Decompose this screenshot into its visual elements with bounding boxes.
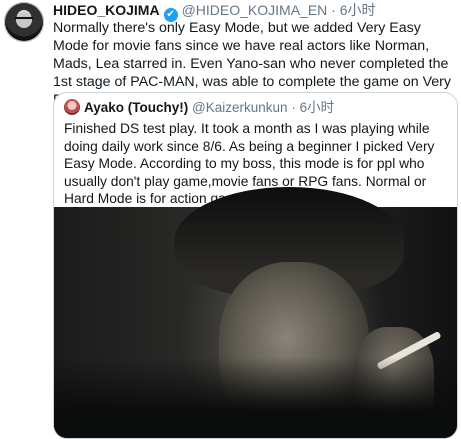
- quoted-author-name: Ayako (Touchy!): [84, 100, 189, 115]
- tweet-timestamp[interactable]: 6小时: [340, 2, 376, 18]
- tweet[interactable]: HIDEO_KOJIMA ✔ @HIDEO_KOJIMA_EN · 6小时 Norm…: [0, 0, 461, 439]
- quoted-tweet-header: Ayako (Touchy!) @Kaizerkunkun · 6小时: [64, 99, 334, 116]
- quoted-tweet[interactable]: Ayako (Touchy!) @Kaizerkunkun · 6小时 Fini…: [53, 92, 458, 439]
- quoted-timestamp: 6小时: [299, 100, 335, 115]
- tweet-header: HIDEO_KOJIMA ✔ @HIDEO_KOJIMA_EN · 6小时: [53, 2, 376, 22]
- quoted-author-avatar: [64, 99, 80, 115]
- quoted-author-handle: @Kaizerkunkun: [192, 100, 288, 115]
- avatar-glasses: [15, 17, 33, 24]
- image-jacket-shade: [54, 357, 457, 438]
- author-name[interactable]: HIDEO_KOJIMA: [53, 2, 160, 18]
- separator-dot: ·: [331, 2, 336, 18]
- quoted-tweet-image[interactable]: [54, 187, 457, 438]
- quoted-separator-dot: ·: [291, 100, 296, 115]
- author-handle[interactable]: @HIDEO_KOJIMA_EN: [182, 2, 328, 18]
- author-avatar[interactable]: [4, 2, 44, 42]
